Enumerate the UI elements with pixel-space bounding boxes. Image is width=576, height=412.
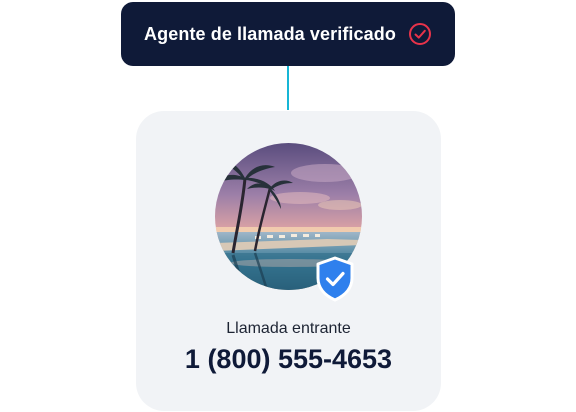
verified-agent-banner: Agente de llamada verificado (121, 2, 455, 66)
caller-phone-number: 1 (800) 555-4653 (184, 344, 393, 374)
verified-agent-label: Agente de llamada verificado (144, 23, 396, 44)
connector-line (287, 66, 289, 110)
call-status-text: Llamada entrante (226, 320, 351, 337)
check-circle-icon (408, 22, 432, 46)
shield-check-icon (315, 256, 355, 302)
